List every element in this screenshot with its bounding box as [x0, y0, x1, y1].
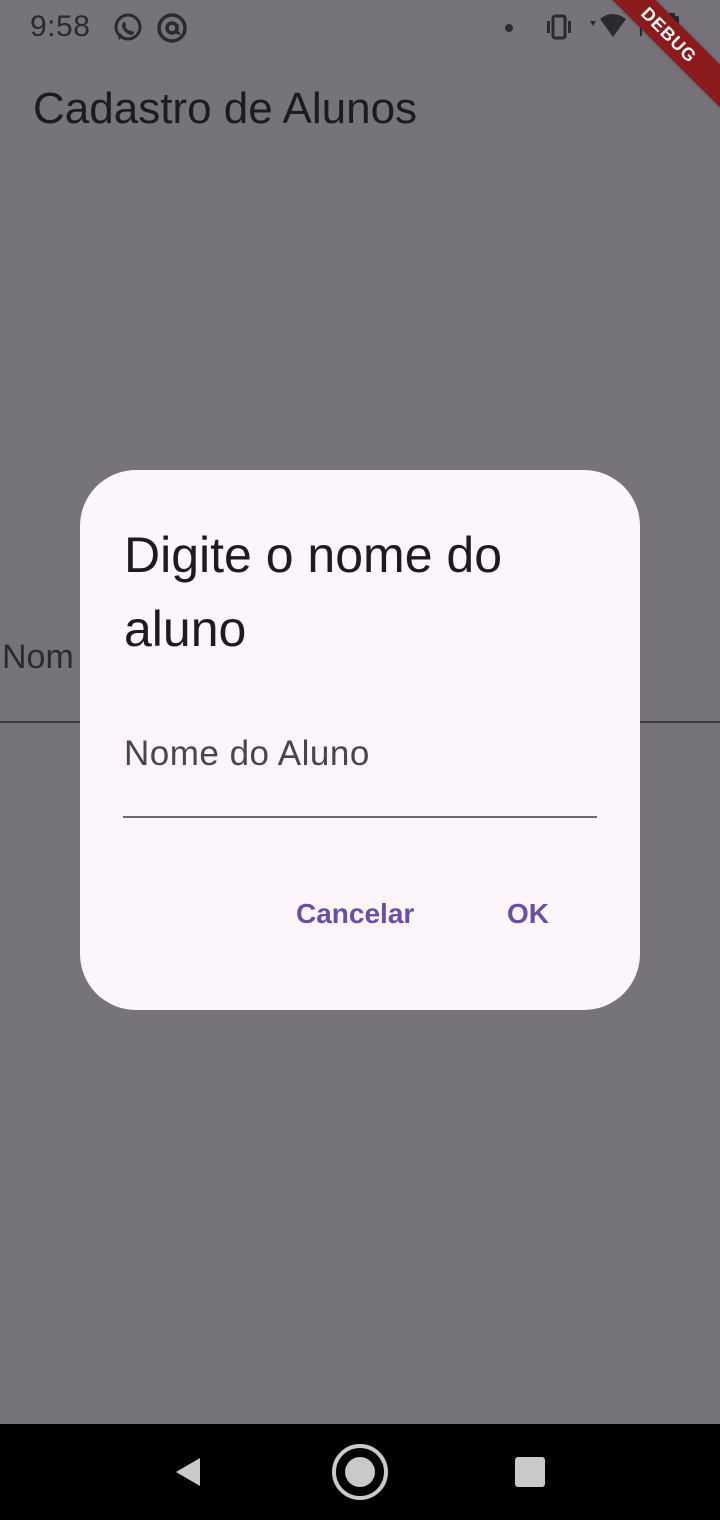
back-icon[interactable] [158, 1442, 218, 1502]
student-name-input-underline [123, 816, 597, 818]
student-name-input[interactable]: Nome do Aluno [124, 734, 370, 774]
add-student-dialog: Digite o nome do aluno Nome do Aluno Can… [80, 470, 640, 1010]
whatsapp-icon [112, 12, 144, 49]
wifi-icon [588, 13, 628, 46]
cancel-button[interactable]: Cancelar [296, 890, 414, 938]
recents-icon[interactable] [500, 1442, 560, 1502]
ok-button[interactable]: OK [507, 890, 549, 938]
at-sign-icon [156, 12, 188, 49]
status-time: 9:58 [30, 10, 91, 43]
student-name-field-label: Nom [2, 638, 74, 676]
home-icon[interactable] [330, 1442, 390, 1502]
page-title: Cadastro de Alunos [33, 84, 418, 133]
vibrate-icon [544, 14, 574, 45]
system-navigation-bar [0, 1424, 720, 1520]
notification-dot-icon [504, 20, 514, 38]
dialog-title: Digite o nome do aluno [124, 527, 503, 657]
status-bar: 9:58 H [0, 0, 720, 58]
